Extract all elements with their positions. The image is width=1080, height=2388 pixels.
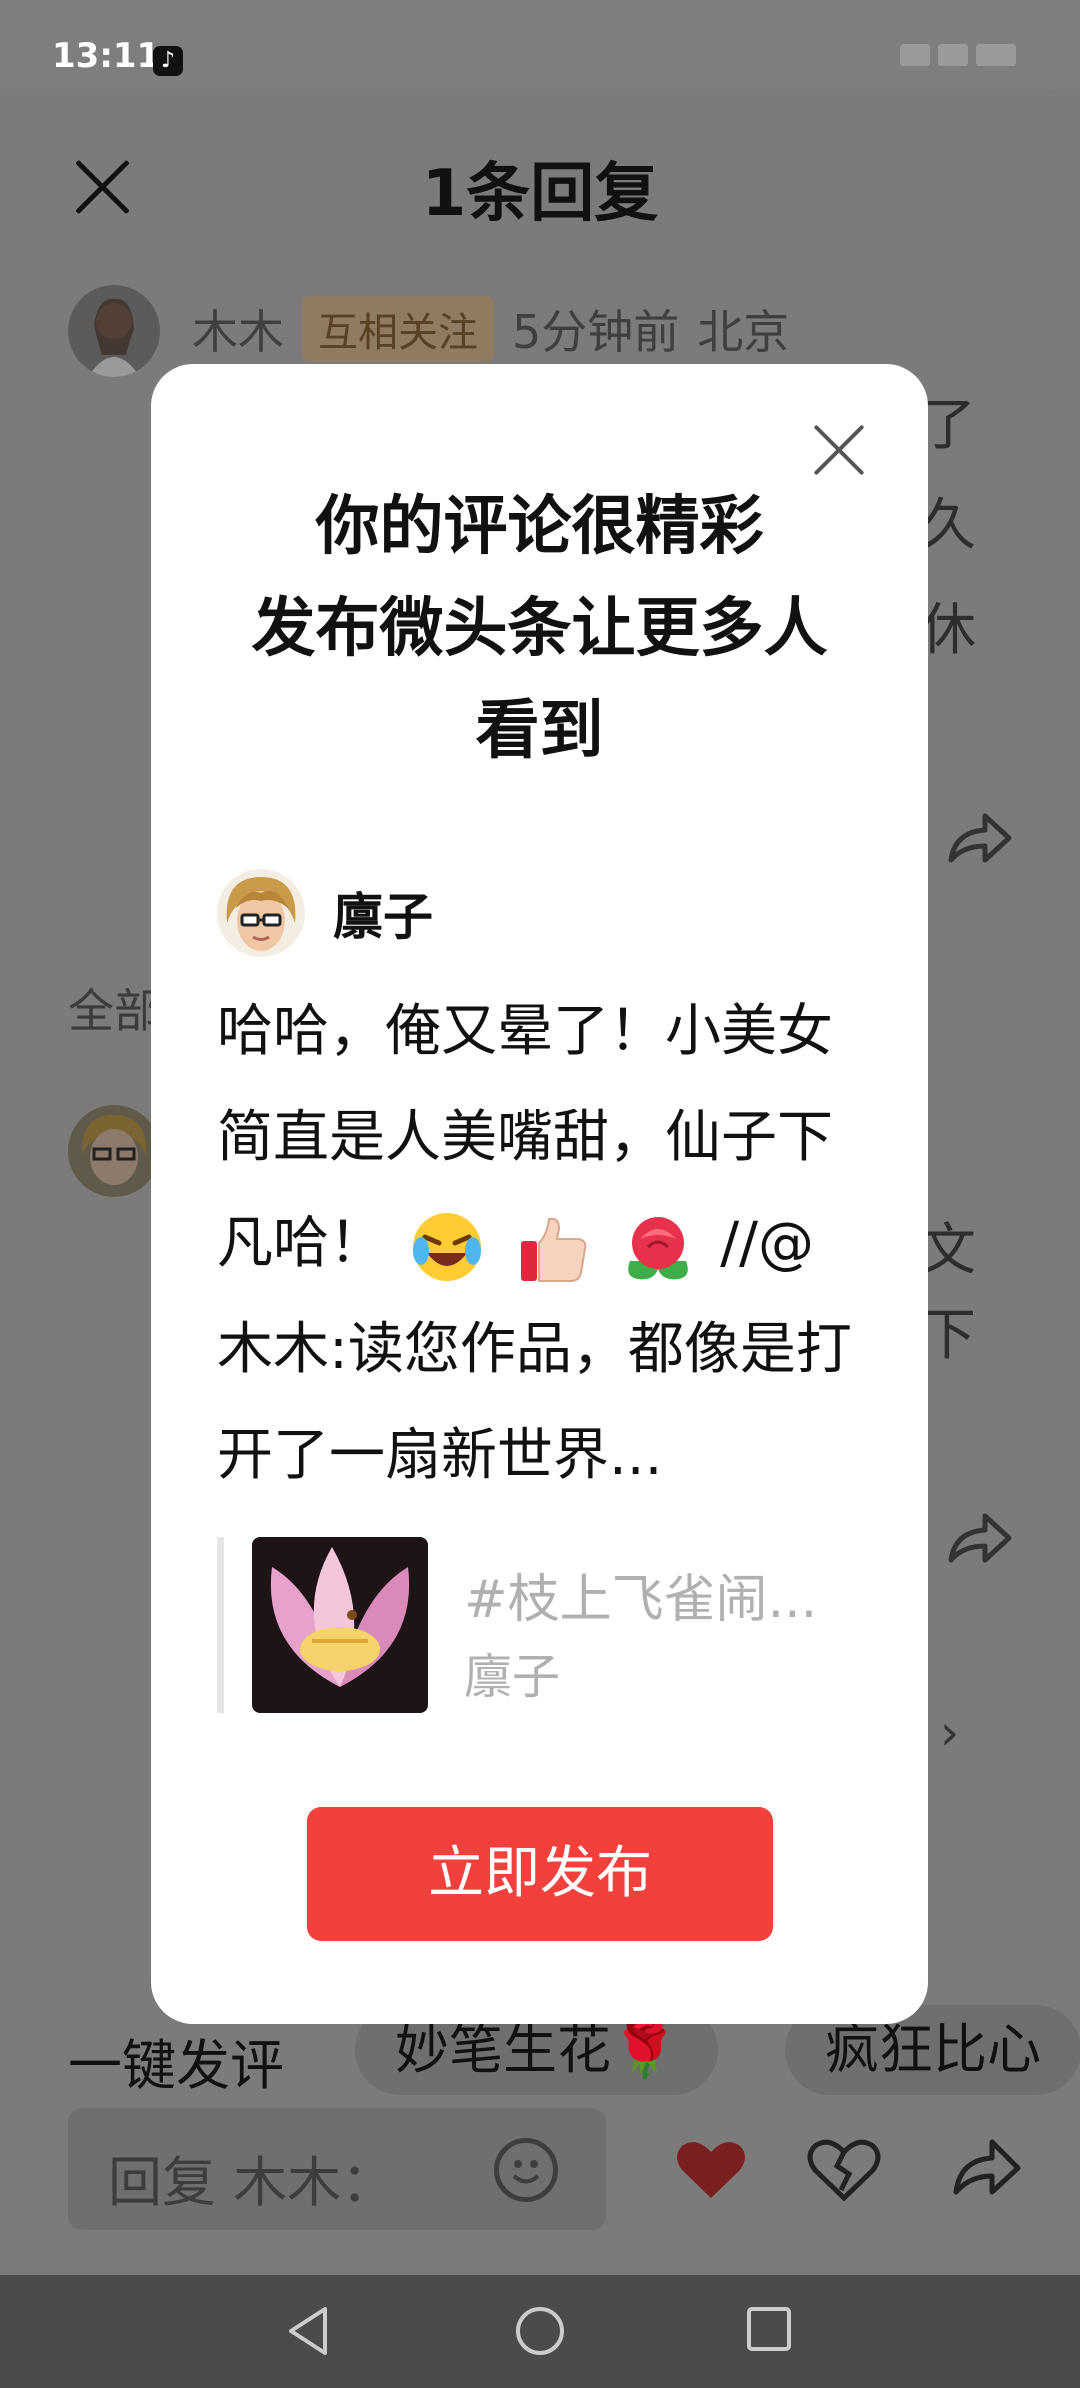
reply-text-fragment: 文 xyxy=(920,1218,976,1283)
emoji-icon[interactable] xyxy=(494,2138,558,2202)
share-icon[interactable] xyxy=(945,808,1015,868)
back-icon[interactable] xyxy=(283,2305,333,2357)
tiktok-notification-icon: ♪ xyxy=(153,46,183,76)
laughing-emoji-icon xyxy=(412,1212,481,1281)
chevron-right-icon[interactable]: › xyxy=(940,1705,959,1761)
share-icon[interactable] xyxy=(948,2130,1026,2208)
like-heart-icon[interactable] xyxy=(672,2130,750,2208)
broken-heart-icon[interactable] xyxy=(805,2130,883,2208)
status-icons xyxy=(900,44,1030,74)
reply-input[interactable]: 回复 木木： xyxy=(68,2108,606,2230)
top-comment-meta: 木木 互相关注 5分钟前 北京 xyxy=(192,296,789,362)
top-comment-text-fragment: 久 xyxy=(920,493,976,558)
top-comment-username[interactable]: 木木 xyxy=(192,296,284,362)
quoted-post-title: #枝上飞雀闹... xyxy=(464,1570,818,1630)
comment-text: 哈哈，俺又晕了！小美女简直是人美嘴甜，仙子下凡哈！ //@木木:读您作品，都像是… xyxy=(217,979,857,1509)
thumbs-up-emoji-icon xyxy=(520,1217,586,1282)
author-name: 廪子 xyxy=(333,888,433,946)
author-row: 廪子 xyxy=(217,869,433,957)
reply-text-fragment: 下 xyxy=(920,1303,976,1368)
author-avatar xyxy=(217,869,305,957)
post-thumbnail xyxy=(252,1537,428,1713)
quoted-post-card[interactable]: #枝上飞雀闹... 廪子 xyxy=(217,1537,857,1713)
share-icon[interactable] xyxy=(945,1508,1015,1568)
avatar[interactable] xyxy=(68,285,160,377)
dialog-title-line: 看到 xyxy=(475,694,604,768)
top-comment-time: 5分钟前 xyxy=(512,305,680,359)
quoted-post-author: 廪子 xyxy=(464,1649,561,1705)
dialog-title: 你的评论很精彩 发布微头条让更多人 看到 xyxy=(191,476,888,782)
top-comment-location: 北京 xyxy=(697,305,790,359)
quick-comment-label: 一键发评 xyxy=(68,2034,284,2097)
publish-now-button[interactable]: 立即发布 xyxy=(307,1807,773,1941)
system-nav-bar xyxy=(0,2275,1080,2388)
reply-input-placeholder: 回复 木木： xyxy=(108,2151,396,2214)
status-time: 13:11 xyxy=(52,36,161,76)
dialog-close-icon[interactable] xyxy=(811,422,867,478)
dialog-title-line: 你的评论很精彩 xyxy=(315,490,764,564)
rose-emoji-icon xyxy=(628,1216,689,1280)
top-comment-text-fragment: 了 xyxy=(920,393,976,458)
section-label-all: 全部 xyxy=(68,984,160,1038)
mutual-follow-badge: 互相关注 xyxy=(302,296,494,362)
home-icon[interactable] xyxy=(514,2305,566,2357)
publish-dialog: 你的评论很精彩 发布微头条让更多人 看到 廪子 哈哈，俺又晕了！小美女简直是人美… xyxy=(151,364,928,2024)
top-comment-text-fragment: 休 xyxy=(920,598,976,663)
avatar[interactable] xyxy=(68,1105,160,1197)
sheet-title: 1条回复 xyxy=(421,157,659,231)
status-bar: 13:11 ♪ xyxy=(0,0,1080,90)
recent-apps-icon[interactable] xyxy=(745,2305,793,2353)
dialog-title-line: 发布微头条让更多人 xyxy=(251,592,828,666)
